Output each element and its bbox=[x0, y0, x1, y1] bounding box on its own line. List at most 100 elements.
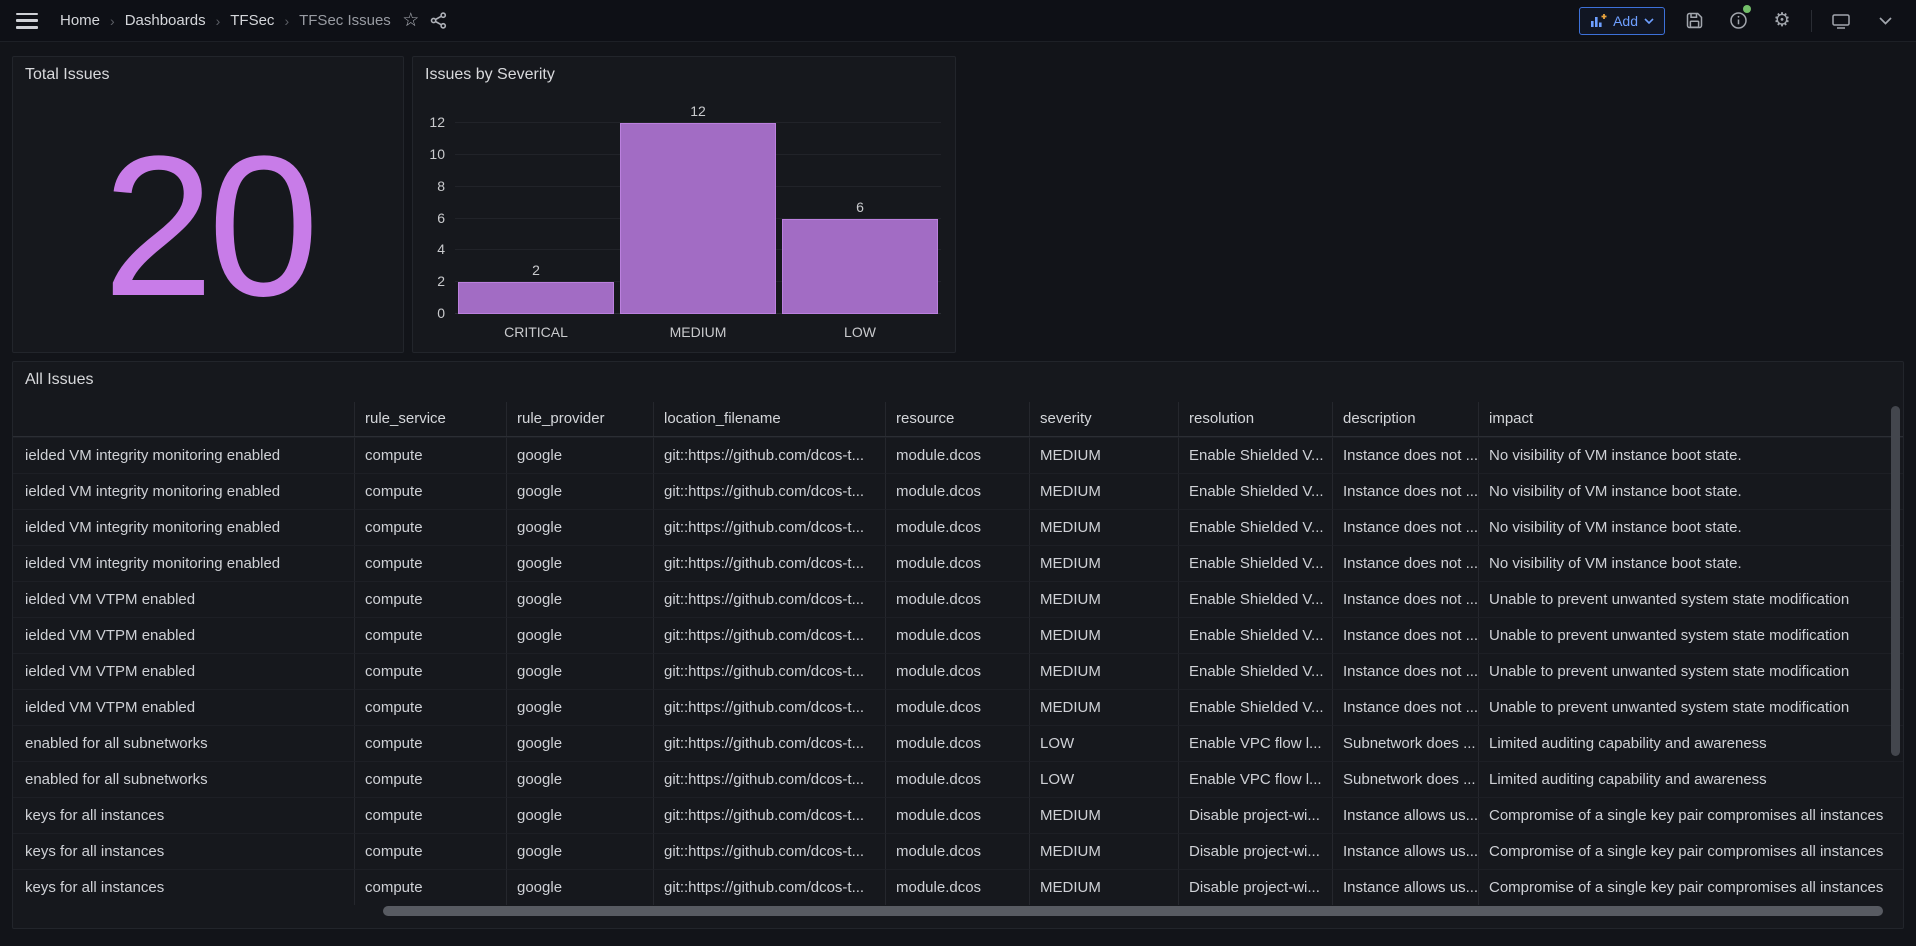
y-axis-tick-label: 4 bbox=[415, 241, 445, 257]
table-cell: Enable Shielded V... bbox=[1178, 509, 1332, 545]
column-header-rule_service[interactable]: rule_service bbox=[354, 402, 506, 436]
panel-title-issues-by-severity[interactable]: Issues by Severity bbox=[425, 66, 555, 84]
table-cell: Instance allows us... bbox=[1332, 869, 1478, 905]
table-cell: Disable project-wi... bbox=[1178, 869, 1332, 905]
table-cell: compute bbox=[354, 509, 506, 545]
table-cell: Instance does not ... bbox=[1332, 437, 1478, 473]
table-cell: compute bbox=[354, 797, 506, 833]
table-cell: module.dcos bbox=[885, 545, 1029, 581]
table-cell: compute bbox=[354, 545, 506, 581]
table-cell: Unable to prevent unwanted system state … bbox=[1478, 581, 1903, 617]
table-cell: git::https://github.com/dcos-t... bbox=[653, 869, 885, 905]
bar-low bbox=[782, 219, 938, 315]
table-cell: module.dcos bbox=[885, 653, 1029, 689]
table-cell: module.dcos bbox=[885, 761, 1029, 797]
notification-dot bbox=[1743, 5, 1751, 13]
table-cell: Unable to prevent unwanted system state … bbox=[1478, 617, 1903, 653]
table-cell: module.dcos bbox=[885, 689, 1029, 725]
y-axis-tick-label: 12 bbox=[415, 114, 445, 130]
table-cell: google bbox=[506, 617, 653, 653]
breadcrumb-item-tfsec[interactable]: TFSec bbox=[230, 12, 274, 29]
y-axis-tick-label: 0 bbox=[415, 305, 445, 321]
breadcrumb-item-tfsec-issues: TFSec Issues bbox=[299, 12, 391, 29]
table-cell: enabled for all subnetworks bbox=[13, 725, 354, 761]
panel-issues-by-severity: Issues by Severity 0246810122126 CRITICA… bbox=[412, 56, 956, 353]
table-cell: git::https://github.com/dcos-t... bbox=[653, 617, 885, 653]
table-cell: Instance does not ... bbox=[1332, 653, 1478, 689]
all-issues-table: rule_servicerule_providerlocation_filena… bbox=[13, 402, 1903, 905]
table-cell: module.dcos bbox=[885, 725, 1029, 761]
table-cell: ielded VM VTPM enabled bbox=[13, 653, 354, 689]
table-cell: Instance does not ... bbox=[1332, 509, 1478, 545]
table-vertical-scrollbar-thumb[interactable] bbox=[1891, 406, 1900, 756]
table-cell: compute bbox=[354, 725, 506, 761]
favorite-star-icon[interactable]: ☆ bbox=[397, 7, 425, 35]
column-header-severity[interactable]: severity bbox=[1029, 402, 1178, 436]
table-cell: keys for all instances bbox=[13, 833, 354, 869]
table-cell: google bbox=[506, 833, 653, 869]
table-row: enabled for all subnetworkscomputegoogle… bbox=[13, 725, 1903, 761]
table-cell: compute bbox=[354, 761, 506, 797]
table-cell: git::https://github.com/dcos-t... bbox=[653, 473, 885, 509]
bar-value-label: 6 bbox=[779, 199, 941, 215]
table-cell: google bbox=[506, 437, 653, 473]
table-cell: ielded VM integrity monitoring enabled bbox=[13, 509, 354, 545]
share-icon[interactable] bbox=[425, 7, 453, 35]
column-header-description[interactable]: description bbox=[1332, 402, 1478, 436]
dashboard-insights-icon[interactable] bbox=[1723, 6, 1753, 36]
table-cell: Enable Shielded V... bbox=[1178, 689, 1332, 725]
column-header-rule_provider[interactable]: rule_provider bbox=[506, 402, 653, 436]
x-axis-label-medium: MEDIUM bbox=[617, 324, 779, 340]
table-cell: Enable Shielded V... bbox=[1178, 545, 1332, 581]
column-header-title bbox=[13, 402, 354, 436]
table-horizontal-scrollbar-thumb[interactable] bbox=[383, 906, 1883, 916]
table-cell: git::https://github.com/dcos-t... bbox=[653, 725, 885, 761]
table-cell: MEDIUM bbox=[1029, 689, 1178, 725]
panel-title-total-issues[interactable]: Total Issues bbox=[25, 66, 109, 84]
table-cell: Instance does not ... bbox=[1332, 473, 1478, 509]
table-cell: module.dcos bbox=[885, 797, 1029, 833]
table-cell: git::https://github.com/dcos-t... bbox=[653, 761, 885, 797]
table-cell: Instance does not ... bbox=[1332, 689, 1478, 725]
severity-bar-chart: 0246810122126 bbox=[455, 123, 941, 314]
dashboard-settings-icon[interactable]: ⚙ bbox=[1767, 6, 1797, 36]
table-cell: Unable to prevent unwanted system state … bbox=[1478, 653, 1903, 689]
table-cell: git::https://github.com/dcos-t... bbox=[653, 653, 885, 689]
gear-glyph: ⚙ bbox=[1773, 11, 1790, 30]
toolbar-divider bbox=[1811, 10, 1812, 32]
column-header-resource[interactable]: resource bbox=[885, 402, 1029, 436]
breadcrumb: Home›Dashboards›TFSec›TFSec Issues bbox=[60, 12, 391, 29]
table-cell: Instance does not ... bbox=[1332, 545, 1478, 581]
menu-icon[interactable] bbox=[16, 13, 38, 29]
table-cell: git::https://github.com/dcos-t... bbox=[653, 689, 885, 725]
table-cell: module.dcos bbox=[885, 437, 1029, 473]
table-cell: google bbox=[506, 545, 653, 581]
table-cell: git::https://github.com/dcos-t... bbox=[653, 797, 885, 833]
tv-mode-icon[interactable] bbox=[1826, 6, 1856, 36]
table-cell: Enable Shielded V... bbox=[1178, 473, 1332, 509]
breadcrumb-separator: › bbox=[284, 13, 289, 29]
table-row: enabled for all subnetworkscomputegoogle… bbox=[13, 761, 1903, 797]
column-header-impact[interactable]: impact bbox=[1478, 402, 1903, 436]
table-cell: module.dcos bbox=[885, 869, 1029, 905]
column-header-location_filename[interactable]: location_filename bbox=[653, 402, 885, 436]
panel-title-all-issues[interactable]: All Issues bbox=[25, 371, 93, 389]
table-cell: google bbox=[506, 653, 653, 689]
table-cell: LOW bbox=[1029, 761, 1178, 797]
breadcrumb-item-home[interactable]: Home bbox=[60, 12, 100, 29]
breadcrumb-item-dashboards[interactable]: Dashboards bbox=[125, 12, 206, 29]
table-cell: google bbox=[506, 869, 653, 905]
table-cell: Compromise of a single key pair compromi… bbox=[1478, 797, 1903, 833]
table-cell: google bbox=[506, 761, 653, 797]
add-button[interactable]: Add bbox=[1579, 7, 1665, 35]
column-header-resolution[interactable]: resolution bbox=[1178, 402, 1332, 436]
table-row: keys for all instancescomputegooglegit::… bbox=[13, 869, 1903, 905]
table-cell: Disable project-wi... bbox=[1178, 833, 1332, 869]
toolbar-chevron-down-icon[interactable] bbox=[1870, 6, 1900, 36]
save-dashboard-icon[interactable] bbox=[1679, 6, 1709, 36]
table-row: ielded VM VTPM enabledcomputegooglegit::… bbox=[13, 617, 1903, 653]
table-cell: google bbox=[506, 509, 653, 545]
panel-total-issues: Total Issues 20 bbox=[12, 56, 404, 353]
bar-value-label: 2 bbox=[455, 262, 617, 278]
table-cell: module.dcos bbox=[885, 833, 1029, 869]
